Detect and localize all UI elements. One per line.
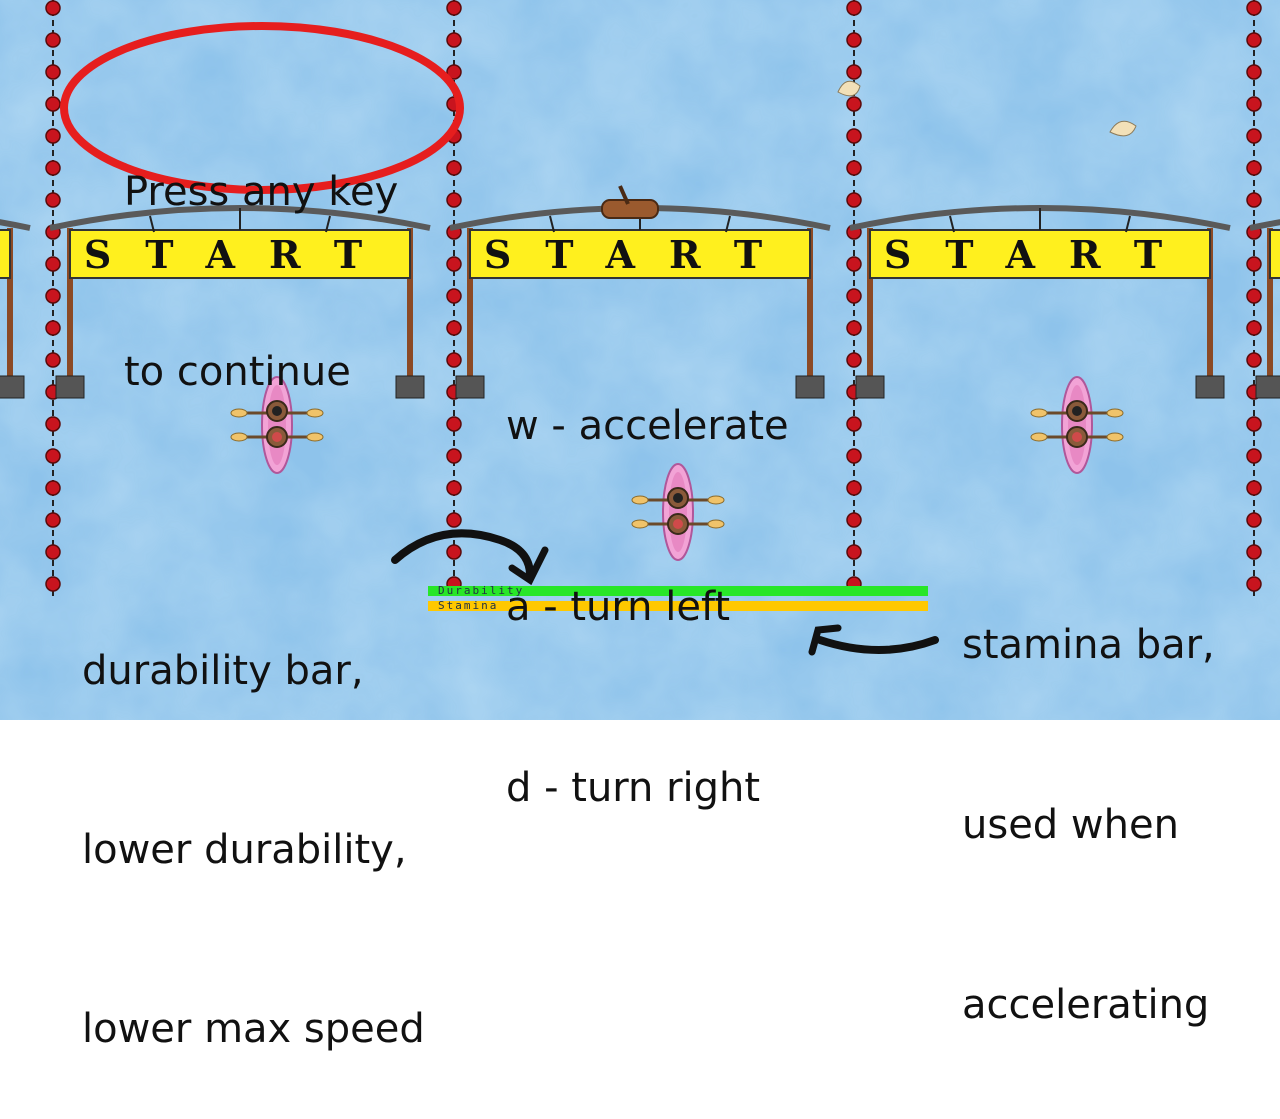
buoy-icon	[45, 160, 61, 176]
buoy-icon	[1246, 352, 1262, 368]
buoy-icon	[45, 192, 61, 208]
buoy-icon	[45, 64, 61, 80]
stamina-note-line: stamina bar,	[962, 622, 1215, 668]
buoy-icon	[846, 64, 862, 80]
press-any-key-prompt[interactable]: Press any key to continue	[124, 42, 398, 462]
buoy-icon	[446, 416, 462, 432]
durability-note-line: lower durability,	[82, 827, 407, 873]
controls-help: w - accelerate a - turn left d - turn ri…	[506, 276, 789, 879]
buoy-icon	[846, 0, 862, 16]
buoy-icon	[45, 256, 61, 272]
buoy-icon	[446, 512, 462, 528]
buoy-icon	[846, 544, 862, 560]
stamina-annotation: stamina bar, used when accelerating	[962, 495, 1215, 1095]
buoy-icon	[446, 256, 462, 272]
buoy-icon	[45, 416, 61, 432]
buoy-icon	[45, 288, 61, 304]
buoy-icon	[45, 320, 61, 336]
buoy-icon	[846, 32, 862, 48]
buoy-icon	[45, 544, 61, 560]
buoy-icon	[446, 480, 462, 496]
prompt-line: Press any key	[124, 169, 399, 215]
buoy-icon	[1246, 416, 1262, 432]
stamina-note-line: used when	[962, 802, 1179, 848]
buoy-icon	[846, 320, 862, 336]
buoy-icon	[446, 448, 462, 464]
buoy-icon	[1246, 192, 1262, 208]
buoy-icon	[446, 192, 462, 208]
buoy-icon	[45, 512, 61, 528]
buoy-icon	[45, 352, 61, 368]
buoy-icon	[1246, 512, 1262, 528]
buoy-icon	[1246, 96, 1262, 112]
buoy-icon	[1246, 448, 1262, 464]
buoy-icon	[846, 128, 862, 144]
buoy-icon	[446, 32, 462, 48]
durability-note-line: durability bar,	[82, 648, 364, 694]
buoy-icon	[446, 160, 462, 176]
buoy-icon	[846, 288, 862, 304]
banner-text: START	[484, 232, 796, 277]
buoy-icon	[1246, 256, 1262, 272]
durability-annotation: durability bar, lower durability, lower …	[82, 522, 425, 1119]
buoy-icon	[1246, 320, 1262, 336]
banner-text: START	[884, 232, 1196, 277]
buoy-icon	[1246, 128, 1262, 144]
buoy-icon	[446, 288, 462, 304]
buoy-icon	[846, 160, 862, 176]
buoy-icon	[1246, 64, 1262, 80]
buoy-icon	[1246, 0, 1262, 16]
buoy-icon	[846, 352, 862, 368]
buoy-icon	[446, 544, 462, 560]
buoy-icon	[846, 448, 862, 464]
prompt-line: to continue	[124, 349, 351, 395]
control-turn-right: d - turn right	[506, 765, 761, 811]
durability-note-line: lower max speed	[82, 1006, 425, 1052]
buoy-icon	[446, 0, 462, 16]
buoy-icon	[1246, 288, 1262, 304]
control-turn-left: a - turn left	[506, 584, 731, 630]
stamina-bar-label: Stamina	[438, 599, 499, 612]
buoy-icon	[1246, 544, 1262, 560]
buoy-icon	[846, 256, 862, 272]
control-accelerate: w - accelerate	[506, 403, 789, 449]
buoy-icon	[45, 448, 61, 464]
buoy-icon	[846, 96, 862, 112]
buoy-icon	[846, 480, 862, 496]
stamina-note-line: accelerating	[962, 982, 1210, 1028]
buoy-icon	[846, 512, 862, 528]
buoy-icon	[45, 96, 61, 112]
buoy-icon	[846, 416, 862, 432]
buoy-icon	[45, 576, 61, 592]
buoy-icon	[446, 352, 462, 368]
buoy-icon	[1246, 32, 1262, 48]
buoy-icon	[45, 32, 61, 48]
buoy-icon	[45, 0, 61, 16]
buoy-icon	[45, 128, 61, 144]
buoy-icon	[45, 480, 61, 496]
buoy-icon	[446, 320, 462, 336]
buoy-icon	[1246, 160, 1262, 176]
buoy-icon	[846, 192, 862, 208]
buoy-icon	[1246, 576, 1262, 592]
buoy-icon	[1246, 480, 1262, 496]
